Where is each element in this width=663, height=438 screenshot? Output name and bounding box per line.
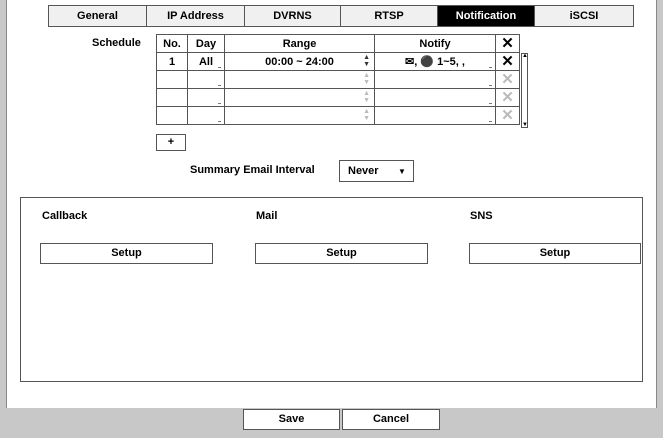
column-header-day: Day [187,34,225,53]
dropdown-tick-icon [489,121,492,122]
empty-cell [156,106,188,125]
delete-row-button[interactable]: ✕ [495,106,520,125]
range-field[interactable]: ▲ ▼ [224,70,375,89]
mail-setup-button[interactable]: Setup [255,243,428,264]
close-icon: ✕ [501,106,514,124]
tab-notification[interactable]: Notification [437,5,535,27]
schedule-scrollbar[interactable]: ▲ ▼ [521,53,528,128]
dropdown-tick-icon [218,103,221,104]
dropdown-tick-icon [218,67,221,68]
notify-field[interactable] [374,88,496,107]
tab-iscsi[interactable]: iSCSI [534,5,634,27]
table-row: ▲ ▼ ✕ [156,70,520,89]
arrow-up-icon[interactable]: ▲ [522,53,528,59]
table-row: ▲ ▼ ✕ [156,106,520,125]
close-icon: ✕ [501,70,514,88]
range-field[interactable]: ▲ ▼ [224,88,375,107]
schedule-header-row: No. Day Range Notify ✕ [156,34,520,53]
column-header-no: No. [156,34,188,53]
mail-title: Mail [256,210,278,222]
summary-interval-select[interactable]: Never ▼ [339,160,414,182]
callback-setup-button[interactable]: Setup [40,243,213,264]
row-number: 1 [156,52,188,71]
range-field[interactable]: ▲ ▼ [224,106,375,125]
notify-field[interactable]: ✉, ⚫ 1~5, , [374,52,496,71]
sns-setup-button[interactable]: Setup [469,243,641,264]
dropdown-tick-icon [489,67,492,68]
delete-row-button[interactable]: ✕ [495,52,520,71]
dropdown-tick-icon [489,85,492,86]
day-select[interactable] [187,70,225,89]
dropdown-tick-icon [218,85,221,86]
spinner-icon[interactable]: ▲ ▼ [363,108,370,122]
close-icon: ✕ [501,52,514,70]
tab-dvrns[interactable]: DVRNS [244,5,341,27]
tab-ip-address[interactable]: IP Address [146,5,245,27]
day-select[interactable] [187,106,225,125]
table-row: ▲ ▼ ✕ [156,88,520,107]
schedule-table: No. Day Range Notify ✕ 1 All 00:00 ~ 24:… [156,34,520,125]
delete-row-button[interactable]: ✕ [495,88,520,107]
notify-field[interactable] [374,106,496,125]
notification-panel [20,197,643,382]
column-header-range: Range [224,34,375,53]
tab-rtsp[interactable]: RTSP [340,5,438,27]
chevron-down-icon: ▼ [398,167,406,176]
spinner-icon[interactable]: ▲ ▼ [363,54,370,68]
column-header-notify: Notify [374,34,496,53]
notify-field[interactable] [374,70,496,89]
tab-general[interactable]: General [48,5,147,27]
empty-cell [156,70,188,89]
cancel-button[interactable]: Cancel [342,409,440,430]
day-select[interactable] [187,88,225,107]
spinner-icon[interactable]: ▲ ▼ [363,72,370,86]
dropdown-tick-icon [489,103,492,104]
range-field[interactable]: 00:00 ~ 24:00 ▲ ▼ [224,52,375,71]
summary-interval-label: Summary Email Interval [190,164,315,176]
table-row: 1 All 00:00 ~ 24:00 ▲ ▼ ✉, ⚫ 1~5, , ✕ [156,52,520,71]
delete-all-icon[interactable]: ✕ [495,34,520,53]
empty-cell [156,88,188,107]
sns-title: SNS [470,210,493,222]
schedule-label: Schedule [92,37,141,49]
add-schedule-button[interactable]: + [156,134,186,151]
spinner-icon[interactable]: ▲ ▼ [363,90,370,104]
save-button[interactable]: Save [243,409,340,430]
callback-title: Callback [42,210,88,222]
dropdown-tick-icon [218,121,221,122]
close-icon: ✕ [501,88,514,106]
delete-row-button[interactable]: ✕ [495,70,520,89]
arrow-down-icon[interactable]: ▼ [522,122,528,128]
day-select[interactable]: All [187,52,225,71]
